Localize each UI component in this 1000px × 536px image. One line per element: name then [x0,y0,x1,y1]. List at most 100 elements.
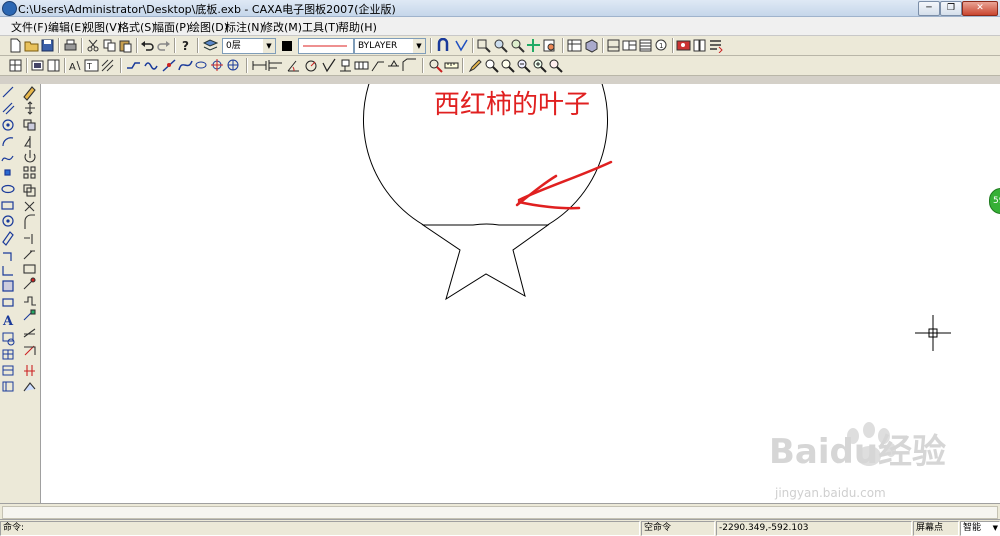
line-tool-icon[interactable] [126,58,141,73]
pencil-icon[interactable] [468,58,483,73]
spline-tool-icon[interactable] [178,58,193,73]
zoom-window-icon[interactable] [476,38,491,53]
linestyle-select[interactable]: BYLAYER ▼ [354,38,426,54]
layer-value: 0层 [226,41,241,51]
left-toolbar: A [0,84,41,503]
arrow-head-lower [517,200,581,210]
chamfer-dim-icon[interactable] [402,58,417,73]
tolerance-icon[interactable] [354,58,369,73]
coordinate-readout: -2290.349,-592.103 [716,521,912,536]
menu-modify[interactable]: 修改(M) [262,19,302,35]
print-icon[interactable] [63,38,78,53]
title-bar: C:\Users\Administrator\Desktop\底板.exb - … [0,0,1000,17]
snap-mode: 屏幕点 [913,521,959,536]
copy-icon[interactable] [102,38,117,53]
balloon-icon[interactable]: 1 [654,38,669,53]
attribute-icon[interactable] [708,38,723,53]
roughness-icon[interactable] [322,58,337,73]
frame-icon[interactable] [606,38,621,53]
regen-icon[interactable] [542,38,557,53]
zoom-dynamic-icon[interactable] [548,58,563,73]
zoom-in-icon[interactable] [493,38,508,53]
menu-tools[interactable]: 工具(T) [302,19,339,35]
left-toolbar-icons[interactable]: A [0,84,40,503]
snap-select[interactable]: 智能 ▼ [960,521,1000,536]
parts-list-icon[interactable] [638,38,653,53]
zoom-all-icon[interactable] [516,58,531,73]
color-swatch-icon[interactable] [280,38,295,53]
drawing-manager-icon[interactable] [567,38,582,53]
zoom-previous-icon[interactable] [500,58,515,73]
restore-button[interactable]: ❐ [940,1,962,16]
snap-icon[interactable] [454,38,469,53]
linear-dim-icon[interactable] [252,58,267,73]
crosshair-cursor [915,315,951,351]
menu-file[interactable]: 文件(F) [11,19,48,35]
app-icon[interactable] [2,1,17,16]
center-mark-icon[interactable] [226,58,241,73]
measure-icon[interactable] [444,58,459,73]
menu-sheet[interactable]: 幅面(P) [153,19,190,35]
chevron-down-icon: ▼ [263,39,275,53]
title-block-icon[interactable] [622,38,637,53]
new-file-icon[interactable] [8,38,23,53]
zoom-realtime-icon[interactable] [484,58,499,73]
zoom-out-icon[interactable] [510,38,525,53]
3d-view-icon[interactable] [584,38,599,53]
open-folder-icon[interactable] [24,38,39,53]
zoom-extents-icon[interactable] [532,58,547,73]
svg-text:A: A [2,314,14,329]
menu-dimension[interactable]: 标注(N) [225,19,264,35]
grid-icon[interactable] [8,58,23,73]
minimize-button[interactable]: ─ [918,1,940,16]
menu-bar: 文件(F) 编辑(E) 视图(V) 格式(S) 幅面(P) 绘图(D) 标注(N… [0,17,1000,36]
part-library-icon[interactable] [692,38,707,53]
chevron-down-icon: ▼ [413,39,425,53]
menu-edit[interactable]: 编辑(E) [48,19,86,35]
break-line-icon[interactable] [162,58,177,73]
leader-icon[interactable] [370,58,385,73]
svg-text:1: 1 [659,42,663,50]
sheet-icon[interactable] [46,58,61,73]
save-icon[interactable] [40,38,55,53]
command-prompt[interactable]: 命令: [0,521,640,536]
angular-dim-icon[interactable] [286,58,301,73]
window-title: C:\Users\Administrator\Desktop\底板.exb - … [18,3,396,16]
menu-view[interactable]: 视图(V) [83,19,121,35]
library-icon[interactable] [676,38,691,53]
view-icon[interactable] [30,58,45,73]
leaf-star [421,223,550,301]
undo-icon[interactable] [140,38,155,53]
cut-icon[interactable] [86,38,101,53]
conic-icon[interactable] [194,58,209,73]
close-button[interactable]: ✕ [962,1,998,16]
wave-line-icon[interactable] [144,58,159,73]
menu-draw[interactable]: 绘图(D) [189,19,228,35]
svg-text:A: A [69,62,76,73]
paste-icon[interactable] [118,38,133,53]
menu-help[interactable]: 帮助(H) [338,19,377,35]
pan-icon[interactable] [526,38,541,53]
redo-icon[interactable] [156,38,171,53]
menu-format[interactable]: 格式(S) [118,19,156,35]
arrow-head-upper [515,174,558,207]
datum-icon[interactable] [338,58,353,73]
base-dim-icon[interactable] [268,58,283,73]
command-line-area [0,503,1000,520]
hole-icon[interactable] [210,58,225,73]
linetype-select[interactable] [298,38,354,54]
layer-icon[interactable] [203,38,218,53]
radius-dim-icon[interactable] [304,58,319,73]
text-frame-icon[interactable]: T [84,58,99,73]
drawing-canvas[interactable]: 西红柿的叶子 59 Baidu经验 jingyan.baidu.com [41,84,1000,503]
hatch-style-icon[interactable] [100,58,115,73]
query-icon[interactable] [428,58,443,73]
magnet-icon[interactable] [436,38,451,53]
layer-select[interactable]: 0层 ▼ [222,38,276,54]
watermark-url: jingyan.baidu.com [775,486,886,500]
svg-text:T: T [86,62,92,71]
weld-symbol-icon[interactable] [386,58,401,73]
help-icon[interactable]: ? [178,38,193,53]
horizontal-scrollbar[interactable] [2,506,998,519]
text-style-icon[interactable]: A [68,58,83,73]
